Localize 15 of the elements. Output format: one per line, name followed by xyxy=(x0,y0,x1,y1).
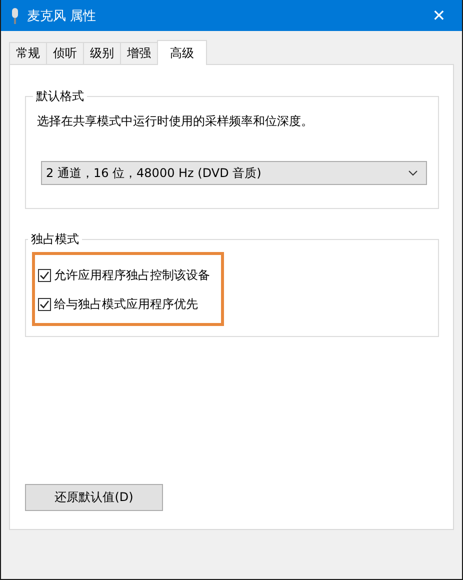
tab[interactable]: 常规 xyxy=(9,42,47,64)
description-text: 选择在共享模式中运行时使用的采样频率和位深度。 xyxy=(37,113,314,130)
checkbox-label[interactable]: 允许应用程序独占控制该设备 xyxy=(54,267,210,284)
format-dropdown[interactable]: 2 通道，16 位，48000 Hz (DVD 音质) xyxy=(41,161,427,185)
restore-defaults-button[interactable]: 还原默认值(D) xyxy=(25,484,163,511)
group-title: 独占模式 xyxy=(30,231,80,248)
checkbox-label[interactable]: 给与独占模式应用程序优先 xyxy=(54,296,198,313)
checkbox[interactable] xyxy=(38,298,51,311)
close-button[interactable]: ✕ xyxy=(416,0,462,31)
chevron-icon xyxy=(408,170,418,176)
window-title: 麦克风 属性 xyxy=(27,8,98,24)
group-title: 默认格式 xyxy=(35,88,85,105)
tab[interactable]: 高级 xyxy=(157,40,207,65)
checkbox[interactable] xyxy=(38,269,51,282)
microphone-icon xyxy=(11,8,19,24)
